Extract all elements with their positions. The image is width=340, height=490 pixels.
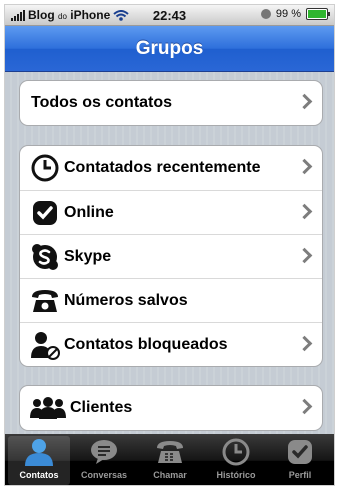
- tab-history[interactable]: Histórico: [205, 436, 267, 485]
- row-label: Contatados recentemente: [64, 159, 261, 176]
- tab-contacts[interactable]: Contatos: [8, 436, 70, 485]
- chevron-right-icon: [296, 203, 313, 220]
- row-label: Todos os contatos: [31, 94, 173, 111]
- status-bar: Blog do iPhone 22:43 99 %: [5, 5, 334, 26]
- row-label: Contatos bloqueados: [64, 335, 228, 353]
- row-blocked-contacts[interactable]: Contatos bloqueados: [20, 322, 322, 366]
- rotation-lock-icon: [260, 9, 271, 19]
- row-all-contacts[interactable]: Todos os contatos: [20, 81, 322, 125]
- tab-label: Contatos: [19, 470, 59, 480]
- row-label: Skype: [64, 247, 112, 265]
- navigation-bar: Grupos: [5, 26, 334, 72]
- row-label: Online: [64, 203, 114, 221]
- tab-label: Histórico: [216, 470, 256, 480]
- tab-label: Chamar: [153, 470, 187, 480]
- row-clients[interactable]: Clientes: [20, 386, 322, 430]
- tab-profile[interactable]: Perfil: [269, 436, 331, 485]
- check-badge-icon: [26, 191, 64, 235]
- person-icon: [8, 436, 70, 468]
- row-label: Números salvos: [64, 291, 188, 309]
- row-recent-contacts[interactable]: Contatados recentemente: [20, 146, 322, 190]
- chevron-right-icon: [296, 335, 313, 352]
- battery-percent: 99 %: [275, 8, 301, 20]
- phone-icon: [139, 436, 201, 468]
- battery-area: 99 %: [260, 8, 330, 20]
- clock-icon: [26, 146, 64, 190]
- chat-bubble-icon: [73, 436, 135, 468]
- row-skype[interactable]: Skype: [20, 234, 322, 278]
- tab-call[interactable]: Chamar: [139, 436, 201, 485]
- tab-conversations[interactable]: Conversas: [73, 436, 135, 485]
- page-title: Grupos: [135, 38, 204, 59]
- group-custom: Clientes: [19, 385, 323, 431]
- row-online[interactable]: Online: [20, 190, 322, 234]
- chevron-right-icon: [296, 93, 313, 110]
- people-group-icon: [26, 386, 70, 430]
- chevron-right-icon: [296, 158, 313, 175]
- clock-icon: [205, 436, 267, 468]
- check-badge-icon: [269, 436, 331, 468]
- tab-bar: Contatos Conversas Chamar Histórico Perf…: [5, 434, 334, 485]
- chevron-right-icon: [296, 247, 313, 264]
- tab-label: Perfil: [288, 470, 312, 480]
- blocked-user-icon: [26, 323, 64, 367]
- skype-logo-icon: [26, 235, 64, 279]
- group-all: Todos os contatos: [19, 80, 323, 126]
- row-label: Clientes: [70, 399, 133, 416]
- groups-list: Todos os contatos Contatados recentement…: [5, 72, 334, 434]
- tab-label: Conversas: [80, 470, 128, 480]
- battery-icon: [306, 8, 330, 20]
- chevron-right-icon: [296, 398, 313, 415]
- group-status: Contatados recentemente Online Skype Núm…: [19, 145, 323, 367]
- phone-icon: [26, 279, 64, 323]
- phone-screen: Blog do iPhone 22:43 99 % Grupos Todos o…: [4, 4, 335, 486]
- row-saved-numbers[interactable]: Números salvos: [20, 278, 322, 322]
